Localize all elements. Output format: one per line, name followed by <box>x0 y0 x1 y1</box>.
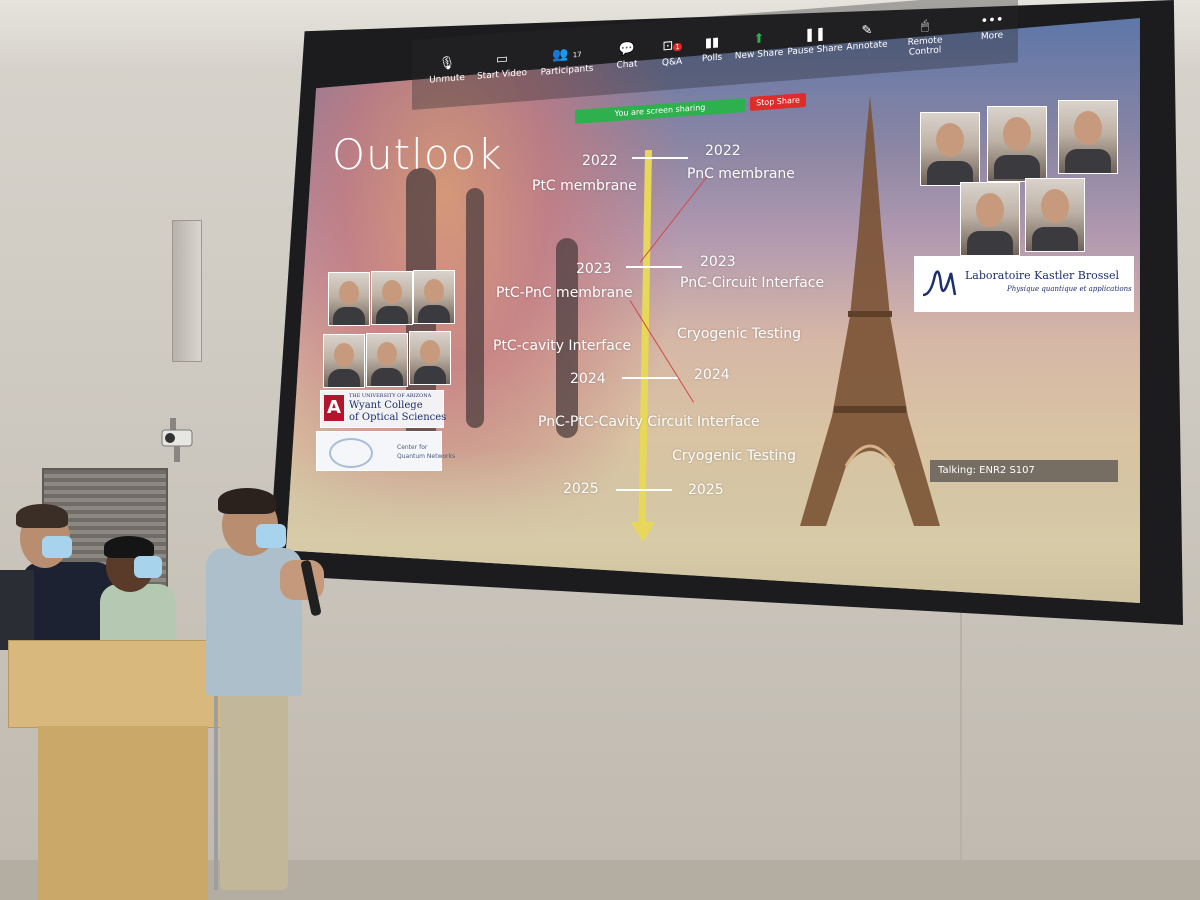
timeline-tick <box>632 157 688 159</box>
logo-line-2: of Optical Sciences <box>349 412 447 423</box>
more-icon: ••• <box>980 12 1004 30</box>
team-photo <box>323 334 365 388</box>
security-camera-icon <box>160 418 196 462</box>
logo-line-1: Wyant College <box>349 400 423 411</box>
team-photo <box>366 333 408 387</box>
remote-control-icon: 🖱 <box>921 18 929 34</box>
pnc-circuit-interface-label: PnC-Circuit Interface <box>680 275 825 291</box>
right-year-2024: 2024 <box>694 367 730 383</box>
left-year-2023: 2023 <box>576 261 612 277</box>
team-photo <box>409 331 451 385</box>
ptc-cavity-interface-label: PtC-cavity Interface <box>493 338 632 354</box>
qn-line-1: Center for <box>397 444 428 451</box>
pnc-membrane-label: PnC membrane <box>687 166 795 182</box>
timeline-arrow-icon <box>631 522 655 542</box>
slide-title: Outlook <box>332 130 503 179</box>
timeline-tick <box>616 489 672 491</box>
team-photo <box>987 106 1047 182</box>
team-photo <box>1058 100 1118 174</box>
kastler-brossel-subtitle: Physique quantique et applications <box>1007 285 1132 293</box>
team-photo <box>1025 178 1085 252</box>
ptc-membrane-label: PtC membrane <box>532 178 637 194</box>
right-year-2025: 2025 <box>688 482 724 498</box>
talking-indicator: Talking: ENR2 S107 <box>930 460 1118 482</box>
start-video-button[interactable]: ▭ Start Video <box>467 50 537 83</box>
qn-ring-icon <box>329 438 373 468</box>
wall-speaker <box>172 220 202 362</box>
wyant-college-logo: A THE UNIVERSITY OF ARIZONA Wyant Colleg… <box>320 390 447 428</box>
team-photo <box>328 272 370 326</box>
ptc-pnc-membrane-label: PtC-PnC membrane <box>496 285 633 301</box>
left-year-2022: 2022 <box>582 153 618 169</box>
arizona-a-icon: A <box>324 395 344 421</box>
wave-logo-icon <box>922 270 957 297</box>
qn-line-2: Quantum Networks <box>397 453 456 460</box>
team-photo <box>371 271 413 325</box>
team-photo <box>960 182 1020 256</box>
kastler-brossel-logo: Laboratoire Kastler Brossel Physique qua… <box>914 256 1134 312</box>
participants-count: 17 <box>572 50 582 60</box>
saguaro-cactus <box>466 188 484 428</box>
video-off-icon: ▭ <box>495 51 509 68</box>
pnc-ptc-cavity-circuit-label: PnC-PtC-Cavity Circuit Interface <box>538 414 760 430</box>
remote-control-button[interactable]: 🖱 Remote Control <box>890 17 960 60</box>
timeline-tick <box>622 377 678 379</box>
wall-seam <box>960 600 962 900</box>
left-year-2024: 2024 <box>570 371 606 387</box>
cryogenic-testing-label: Cryogenic Testing <box>672 448 797 464</box>
team-photo <box>920 112 980 186</box>
kastler-brossel-name: Laboratoire Kastler Brossel <box>965 269 1120 282</box>
right-year-2022: 2022 <box>705 143 741 159</box>
logo-university: THE UNIVERSITY OF ARIZONA <box>349 393 432 399</box>
team-photo <box>413 270 455 324</box>
quantum-networks-logo: Center for Quantum Networks <box>316 431 455 471</box>
more-button[interactable]: ••• More <box>957 12 1027 45</box>
podium <box>8 640 238 900</box>
timeline-tick <box>626 266 682 268</box>
right-year-2023: 2023 <box>700 254 736 270</box>
cryogenic-testing-label: Cryogenic Testing <box>677 326 802 342</box>
podium-monitor <box>0 570 34 650</box>
left-year-2025: 2025 <box>563 481 599 497</box>
